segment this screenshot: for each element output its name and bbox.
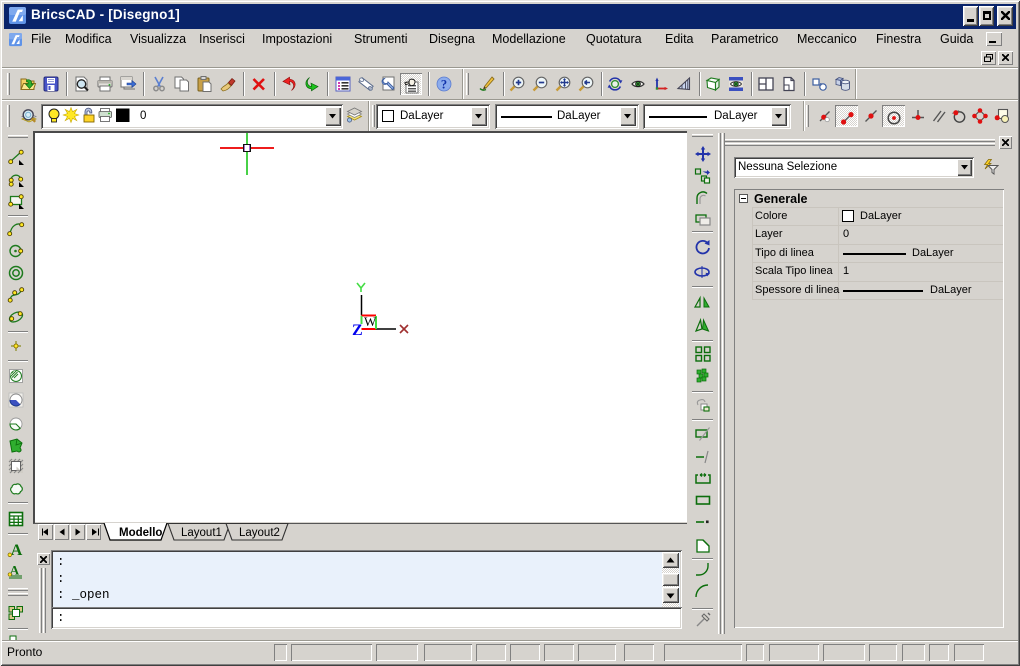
svg-text:W: W <box>364 314 377 329</box>
svg-text:Z: Z <box>352 322 363 338</box>
svg-text:Layout2: Layout2 <box>239 527 280 539</box>
svg-text:Modello: Modello <box>119 527 162 539</box>
svg-text:?: ? <box>441 78 447 92</box>
svg-text:A: A <box>11 542 23 559</box>
svg-text:Layout1: Layout1 <box>181 527 222 539</box>
